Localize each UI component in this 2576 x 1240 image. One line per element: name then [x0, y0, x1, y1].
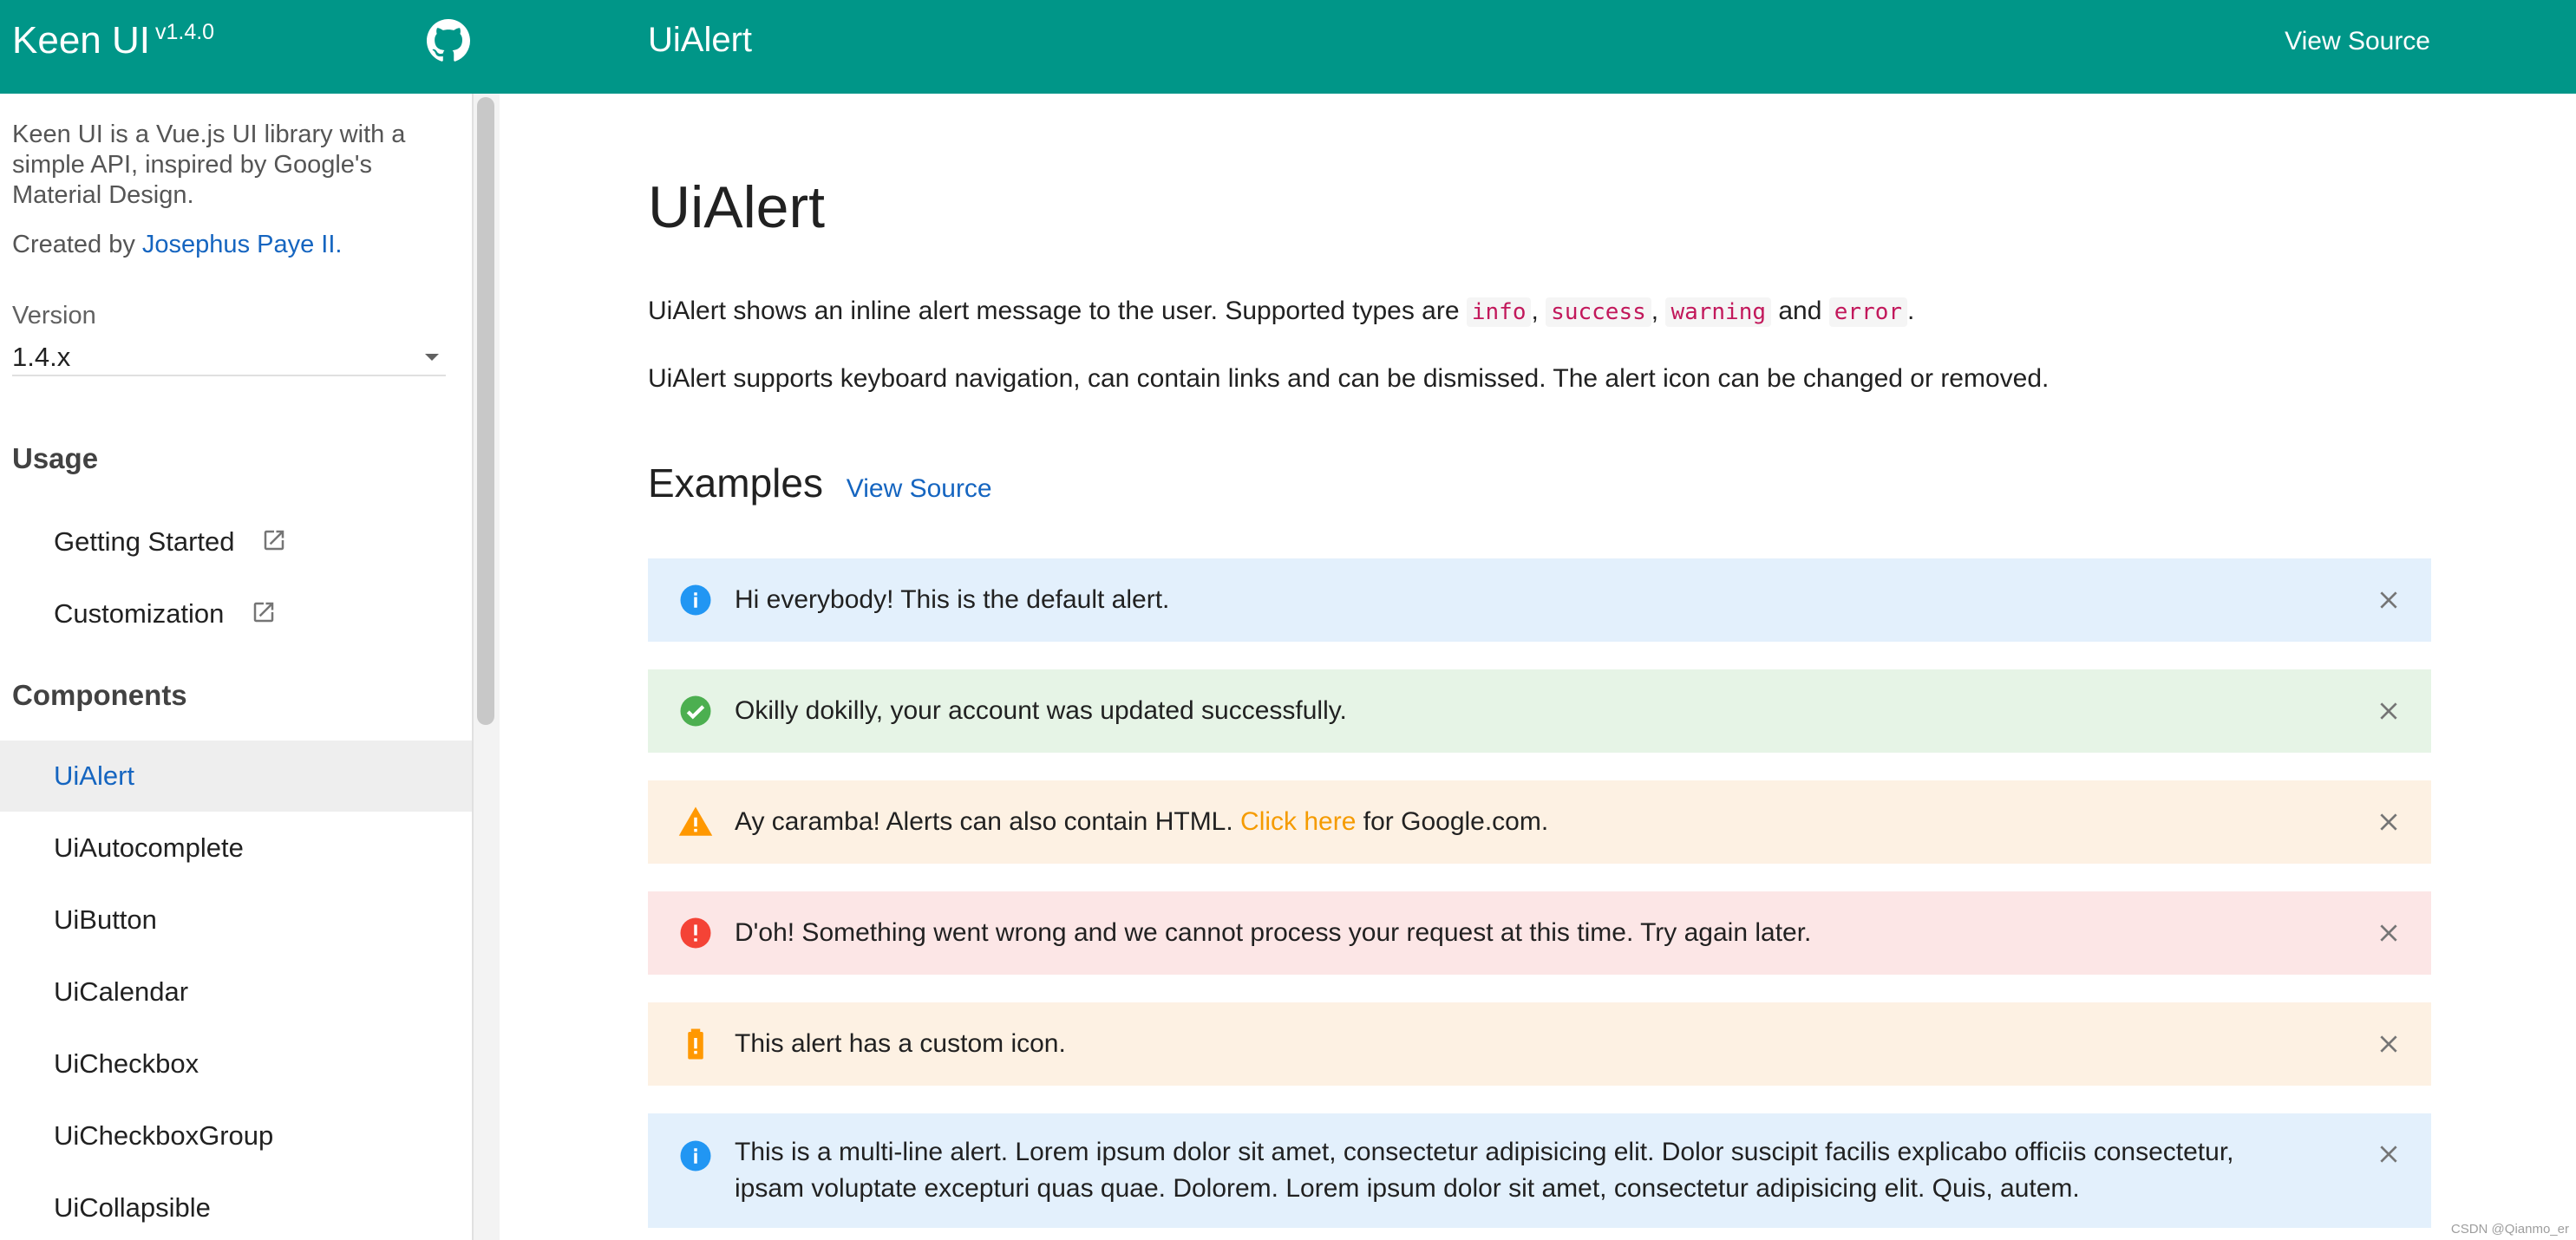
alert-message: D'oh! Something went wrong and we cannot… — [735, 918, 1812, 947]
separator: and — [1778, 297, 1822, 325]
sidebar-item-customization[interactable]: Customization — [0, 578, 472, 649]
version-value: 1.4.x — [12, 342, 71, 372]
github-icon[interactable] — [427, 19, 470, 62]
separator: , — [1531, 297, 1539, 325]
examples-heading: Examples View Source — [648, 460, 992, 506]
sidebar-item-uialert[interactable]: UiAlert — [0, 741, 472, 812]
warning-icon — [678, 806, 713, 836]
alert-success: Okilly dokilly, your account was updated… — [648, 669, 2431, 753]
type-code-error: error — [1828, 297, 1908, 327]
type-code-warning: warning — [1665, 297, 1772, 327]
sidebar-item-uicalendar[interactable]: UiCalendar — [0, 956, 472, 1028]
page-title-top: UiAlert — [648, 21, 753, 59]
close-icon[interactable] — [2377, 1033, 2400, 1055]
alert-message: Ay caramba! Alerts can also contain HTML… — [735, 804, 2377, 840]
close-icon[interactable] — [2377, 922, 2400, 944]
close-icon[interactable] — [2377, 589, 2400, 611]
error-icon — [680, 917, 711, 949]
close-icon[interactable] — [2377, 700, 2400, 722]
info-icon — [680, 1140, 711, 1171]
sidebar-scrollbar[interactable] — [477, 97, 494, 725]
info-icon — [680, 584, 711, 616]
library-description: Keen UI is a Vue.js UI library with a si… — [12, 121, 406, 209]
brand-name: Keen UI — [12, 19, 150, 62]
type-code-info: info — [1466, 297, 1532, 327]
section-usage: Usage — [12, 442, 99, 474]
alert-text-before: Ay caramba! Alerts can also contain HTML… — [735, 807, 1233, 836]
intro-paragraph: UiAlert shows an inline alert message to… — [648, 297, 1915, 327]
alert-info: Hi everybody! This is the default alert. — [648, 558, 2431, 642]
alert-message: This is a multi-line alert. Lorem ipsum … — [735, 1138, 2234, 1203]
version-label: Version — [12, 302, 96, 330]
brand[interactable]: Keen UI v1.4.0 — [12, 19, 214, 62]
close-icon[interactable] — [2377, 1143, 2400, 1165]
intro-text: UiAlert shows an inline alert message to… — [648, 297, 1460, 325]
watermark: CSDN @Qianmo_er — [2450, 1222, 2569, 1237]
alert-multiline: This is a multi-line alert. Lorem ipsum … — [648, 1113, 2431, 1228]
sidebar-item-uicheckbox[interactable]: UiCheckbox — [0, 1028, 472, 1100]
separator: . — [1907, 297, 1915, 325]
dropdown-caret-icon — [425, 354, 439, 361]
author-link[interactable]: Josephus Paye II. — [142, 231, 343, 258]
sidebar-item-uicollapsible[interactable]: UiCollapsible — [0, 1172, 472, 1240]
sidebar-item-uibutton[interactable]: UiButton — [0, 884, 472, 956]
sidebar-item-uiautocomplete[interactable]: UiAutocomplete — [0, 813, 472, 884]
brand-version: v1.4.0 — [154, 20, 215, 45]
section-components: Components — [12, 679, 187, 711]
sidebar-item-getting-started[interactable]: Getting Started — [0, 506, 472, 578]
close-icon[interactable] — [2377, 811, 2400, 833]
version-select[interactable]: 1.4.x — [12, 342, 446, 376]
intro-paragraph-2: UiAlert supports keyboard navigation, ca… — [648, 364, 2050, 393]
created-by: Created by Josephus Paye II. — [12, 231, 342, 259]
alert-warning: Ay caramba! Alerts can also contain HTML… — [648, 780, 2431, 864]
top-app-bar: Keen UI v1.4.0 UiAlert View Source — [0, 0, 2576, 94]
examples-view-source-link[interactable]: View Source — [847, 474, 992, 503]
main-content: UiAlert UiAlert shows an inline alert me… — [500, 94, 2576, 1240]
page-heading: UiAlert — [648, 174, 826, 240]
external-link-icon — [253, 602, 274, 623]
sidebar: Keen UI is a Vue.js UI library with a si… — [0, 94, 474, 1240]
alert-text-after: for Google.com. — [1363, 807, 1549, 836]
sidebar-item-label: Getting Started — [54, 526, 235, 557]
type-code-success: success — [1546, 297, 1651, 327]
sidebar-item-uicheckboxgroup[interactable]: UiCheckboxGroup — [0, 1100, 472, 1171]
battery-alert-icon — [688, 1028, 703, 1060]
alert-custom-icon: This alert has a custom icon. — [648, 1002, 2431, 1086]
alert-message: This alert has a custom icon. — [735, 1029, 1066, 1058]
sidebar-item-label: Customization — [54, 598, 225, 629]
alert-message: Hi everybody! This is the default alert. — [735, 585, 1170, 614]
external-link-icon — [264, 530, 284, 551]
examples-title: Examples — [648, 460, 823, 506]
check-circle-icon — [680, 695, 711, 727]
view-source-link[interactable]: View Source — [2285, 27, 2430, 56]
created-by-prefix: Created by — [12, 231, 135, 258]
alert-error: D'oh! Something went wrong and we cannot… — [648, 891, 2431, 975]
google-link[interactable]: Click here — [1240, 807, 1356, 836]
separator: , — [1651, 297, 1659, 325]
alert-message: Okilly dokilly, your account was updated… — [735, 696, 1347, 725]
